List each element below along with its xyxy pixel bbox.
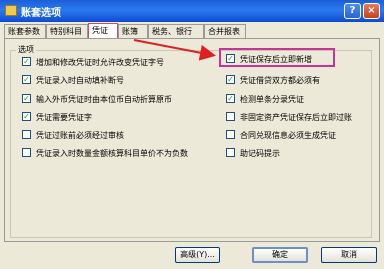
advanced-button[interactable]: 高级(Y)... bbox=[175, 247, 220, 263]
cancel-button[interactable]: 取消 bbox=[321, 247, 377, 263]
annotation-arrow bbox=[133, 39, 216, 61]
ok-button[interactable]: 确定 bbox=[252, 247, 308, 263]
